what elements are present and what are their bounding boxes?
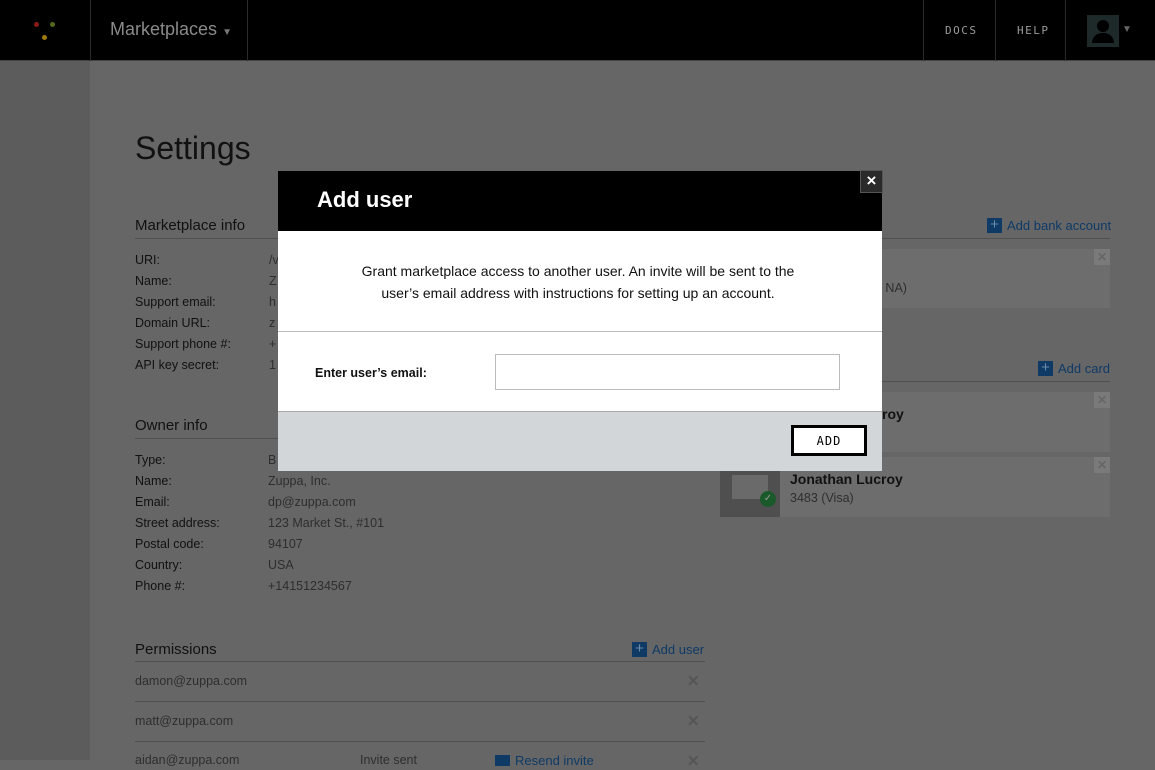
field-label: URI: [135, 253, 160, 267]
marketplaces-menu[interactable]: Marketplaces ▼ [110, 19, 232, 40]
add-button[interactable]: ADD [791, 425, 867, 456]
field-value: 123 Market St., #101 [268, 516, 385, 530]
resend-invite-link[interactable]: Resend invite [495, 753, 594, 768]
add-user-button[interactable]: + Add user [632, 641, 705, 657]
plus-icon: + [1038, 360, 1053, 376]
remove-user-icon[interactable]: ✕ [687, 672, 700, 690]
invite-status: Invite sent [360, 753, 417, 767]
close-icon[interactable]: × [860, 170, 883, 193]
owner-info-title: Owner info [135, 417, 208, 434]
envelope-icon [495, 755, 510, 766]
field-value: 1 [269, 358, 276, 372]
modal-description: Grant marketplace access to another user… [361, 263, 795, 301]
field-value: dp@zuppa.com [268, 495, 356, 509]
help-link[interactable]: HELP [1017, 24, 1050, 37]
marketplace-info-title: Marketplace info [135, 217, 246, 234]
check-icon: ✓ [760, 491, 776, 507]
field-value: +14151234567 [268, 579, 352, 593]
modal-title: Add user [317, 187, 413, 212]
add-user-modal: Add user × Grant marketplace access to a… [278, 170, 883, 471]
avatar[interactable] [1087, 15, 1119, 47]
field-label: Name: [135, 474, 172, 488]
field-value: USA [268, 558, 294, 572]
field-value: z [269, 316, 276, 330]
card-detail: 3483 (Visa) [790, 491, 854, 505]
permission-email: damon@zuppa.com [135, 674, 248, 688]
field-label: Street address: [135, 516, 220, 530]
field-label: Domain URL: [135, 316, 211, 330]
field-label: Email: [135, 495, 170, 509]
top-navbar: Marketplaces ▼ DOCS HELP ▼ [0, 0, 1155, 61]
user-icon [1097, 20, 1109, 32]
plus-icon: + [632, 641, 647, 657]
left-sidebar [0, 61, 90, 760]
field-value: B [268, 453, 277, 467]
field-value: h [269, 295, 276, 309]
field-value: Z [269, 274, 277, 288]
field-label: Postal code: [135, 537, 204, 551]
docs-link[interactable]: DOCS [945, 24, 978, 37]
field-label: Support phone #: [135, 337, 231, 351]
remove-bank-icon[interactable]: ✕ [1094, 249, 1110, 265]
plus-icon: + [987, 217, 1002, 233]
remove-user-icon[interactable]: ✕ [687, 752, 700, 770]
field-label: API key secret: [135, 358, 220, 372]
logo[interactable] [30, 18, 60, 44]
field-label: Country: [135, 558, 183, 572]
field-label: Type: [135, 453, 166, 467]
add-bank-account-button[interactable]: + Add bank account [987, 217, 1111, 233]
email-label: Enter user’s email: [315, 366, 427, 380]
remove-card-icon[interactable]: ✕ [1094, 457, 1110, 473]
modal-footer: ADD [278, 411, 882, 471]
field-value: 94107 [268, 537, 303, 551]
add-user-label: Add user [652, 642, 705, 657]
field-label: Phone #: [135, 579, 186, 593]
field-value: + [269, 337, 277, 351]
marketplaces-label: Marketplaces [110, 19, 218, 39]
avatar-chevron-down-icon[interactable]: ▼ [1122, 24, 1132, 35]
page-title: Settings [135, 130, 251, 166]
permission-email: aidan@zuppa.com [135, 753, 240, 767]
permission-email: matt@zuppa.com [135, 714, 234, 728]
email-input[interactable] [495, 354, 840, 390]
chevron-down-icon: ▼ [222, 27, 232, 38]
add-card-button[interactable]: + Add card [1038, 360, 1110, 376]
field-label: Name: [135, 274, 172, 288]
remove-user-icon[interactable]: ✕ [687, 712, 700, 730]
field-value: Zuppa, Inc. [268, 474, 331, 488]
field-label: Support email: [135, 295, 216, 309]
remove-card-icon[interactable]: ✕ [1094, 392, 1110, 408]
permissions-title: Permissions [135, 641, 217, 658]
modal-header: Add user [278, 171, 882, 231]
card-holder-name: Jonathan Lucroy [790, 471, 903, 487]
